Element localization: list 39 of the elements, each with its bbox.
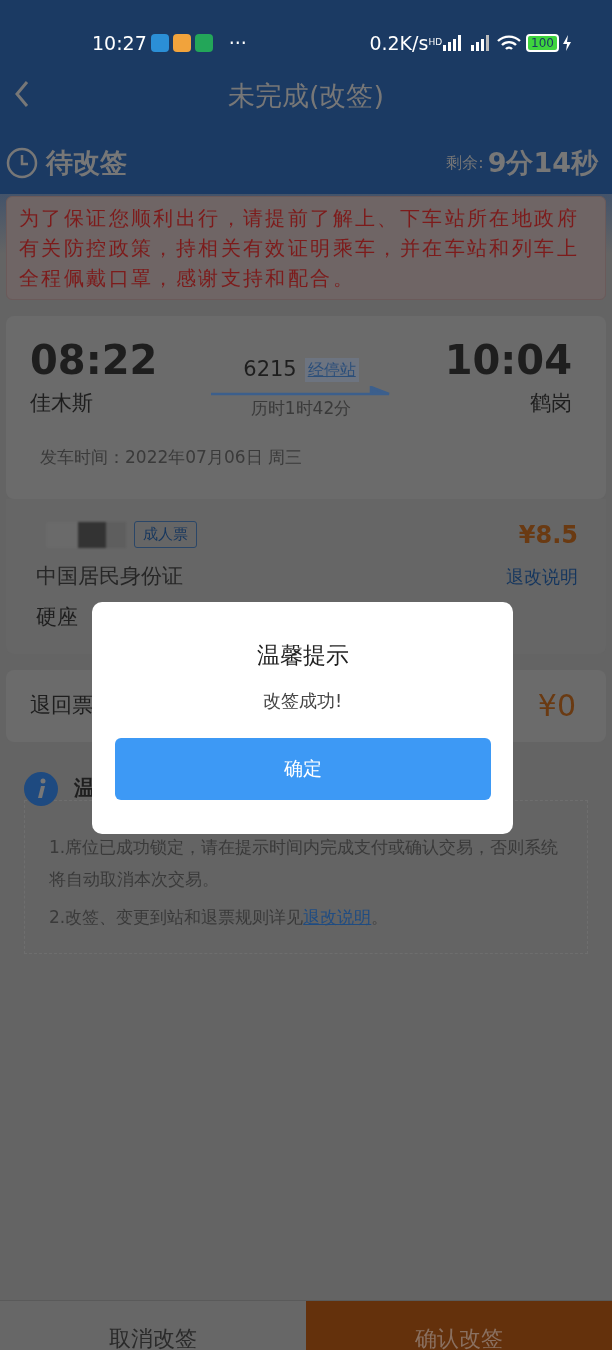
route-arrow-icon: [211, 385, 391, 396]
more-notifications-icon: ···: [228, 28, 247, 58]
countdown-timer: 9分14秒: [487, 145, 598, 180]
id-type: 中国居民身份证: [36, 562, 183, 590]
seat-type: 硬座: [36, 604, 79, 631]
app-notification-icon: [172, 34, 191, 52]
stops-link[interactable]: 经停站: [304, 357, 359, 382]
refund-label: 退回票: [30, 691, 93, 719]
arrival-time: 10:04: [444, 340, 572, 380]
clock-icon: [6, 147, 38, 179]
train-number: 6215: [243, 356, 297, 383]
charging-icon: [562, 35, 572, 51]
notice-text: 为了保证您顺利出行，请提前了解上、下车站所在地政府有关防控政策，持相关有效证明乘车，并在车站和列车上全程佩戴口罩，感谢支持和配合。: [6, 196, 606, 300]
battery-indicator: 100: [526, 34, 559, 52]
signal-icon: [468, 35, 491, 51]
info-icon: [24, 771, 58, 806]
page-title: 未完成(改签): [227, 78, 385, 113]
ok-button[interactable]: 确定: [114, 737, 491, 800]
app-notification-icon: [150, 34, 169, 52]
dialog-message: 改签成功!: [261, 688, 344, 713]
status-label: 待改签: [46, 145, 127, 180]
remaining-label: 剩余:: [446, 152, 484, 174]
refund-amount: ¥0: [537, 687, 576, 725]
clock-time: 10:27: [92, 30, 147, 56]
network-speed: 0.2K/s: [369, 30, 429, 56]
refund-rules-link[interactable]: 退改说明: [303, 906, 372, 927]
ticket-price: ¥8.5: [518, 519, 578, 551]
hd-label: HD: [428, 37, 443, 48]
arrival-station: 鹤岗: [529, 390, 572, 417]
departure-station: 佳木斯: [30, 390, 94, 417]
ticket-type-tag: 成人票: [134, 521, 197, 548]
wifi-icon: [496, 34, 523, 52]
refund-rules-link[interactable]: 退改说明: [506, 562, 578, 590]
back-button[interactable]: [14, 80, 30, 108]
departure-time: 08:22: [30, 340, 158, 380]
dialog-title: 温馨提示: [255, 641, 350, 670]
signal-icon: [442, 35, 463, 51]
app-notification-icon: [194, 34, 213, 52]
confirm-change-button[interactable]: 确认改签: [306, 1301, 612, 1350]
